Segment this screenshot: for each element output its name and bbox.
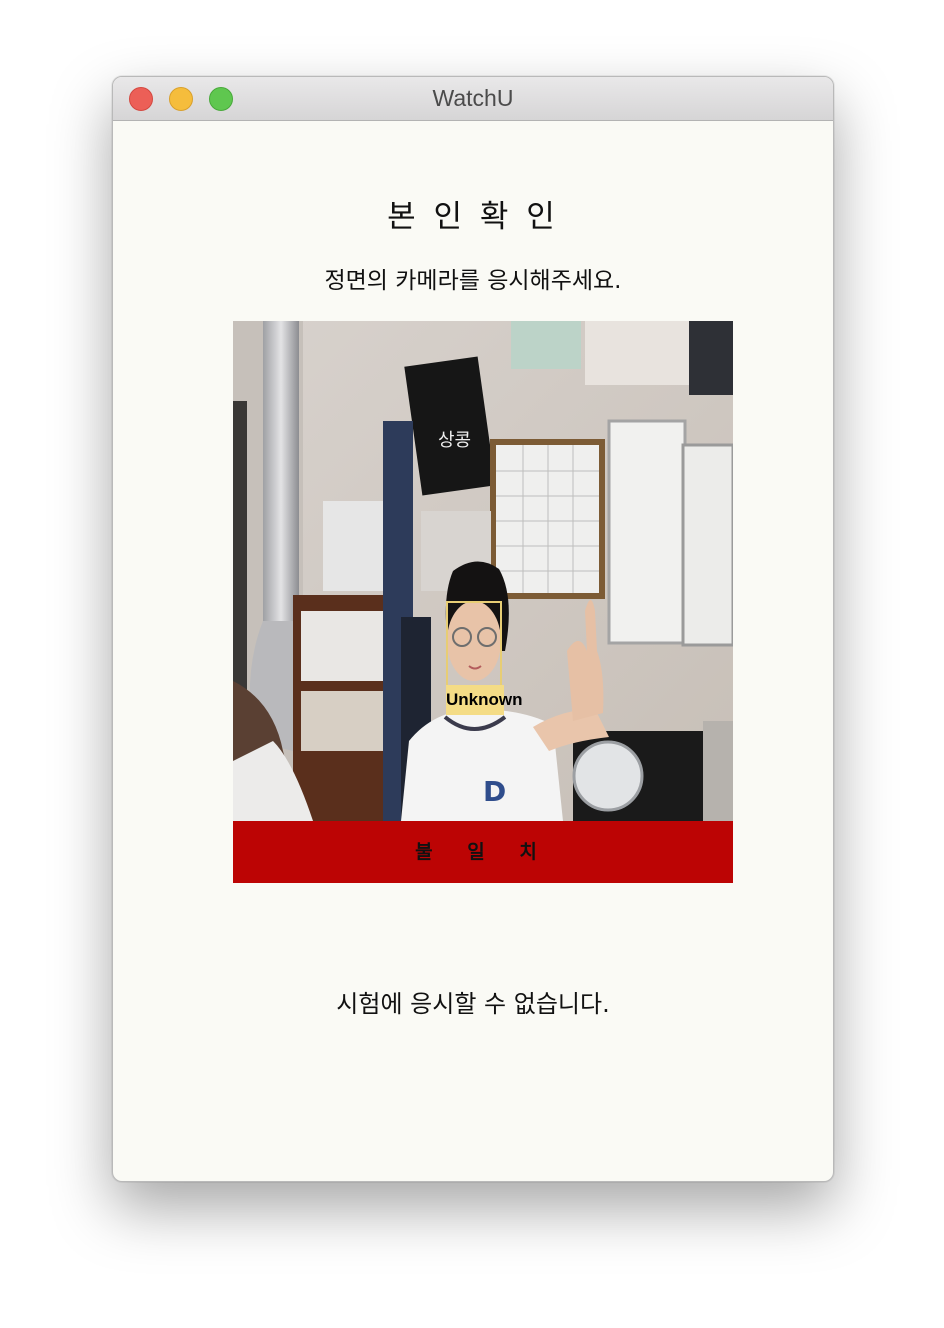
svg-text:D: D [483, 775, 506, 808]
svg-text:상콩: 상콩 [438, 430, 471, 451]
window-title: WatchU [432, 85, 514, 111]
instruction-text: 정면의 카메라를 응시해주세요. [324, 268, 622, 294]
face-label: Unknown [446, 685, 523, 715]
camera-image: 상콩 D [233, 321, 733, 821]
result-banner: 불 일 치 [233, 821, 733, 883]
result-message: 시험에 응시할 수 없습니다. [336, 990, 610, 1018]
app-window: WatchU 본 인 확 인 정면의 카메라를 응시해주세요. 상콩 D Unk… [112, 76, 834, 1182]
camera-feed: 상콩 D Unknown [233, 321, 733, 821]
page-title: 본 인 확 인 [387, 199, 559, 235]
title-bar[interactable]: WatchU [113, 77, 833, 121]
